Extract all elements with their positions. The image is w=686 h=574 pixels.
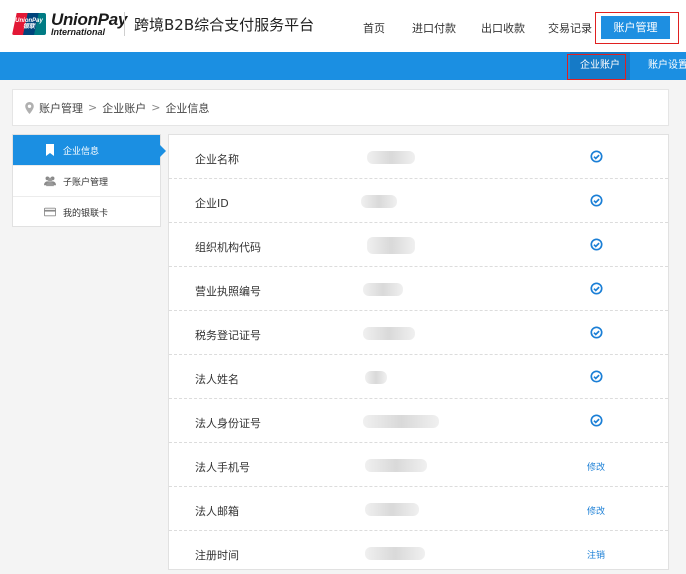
enterprise-info-panel: 企业名称 企业ID 组织机构代码 营业执照编号 税务登记证号 法人姓名 法人身份… — [168, 134, 669, 570]
nav-import-payment[interactable]: 进口付款 — [412, 20, 456, 36]
info-row-legal-name: 法人姓名 — [169, 355, 668, 399]
breadcrumb: 账户管理 > 企业账户 > 企业信息 — [12, 89, 669, 126]
redacted-value — [363, 283, 403, 296]
breadcrumb-item-account-management[interactable]: 账户管理 — [39, 100, 83, 116]
modify-email-link[interactable]: 修改 — [587, 504, 605, 517]
info-label: 组织机构代码 — [195, 241, 261, 254]
redacted-value — [365, 547, 425, 560]
redacted-value — [363, 327, 415, 340]
sidebar-item-my-cards[interactable]: 我的银联卡 — [13, 197, 160, 228]
users-icon — [44, 176, 56, 187]
info-label: 法人身份证号 — [195, 417, 261, 430]
info-row-org-code: 组织机构代码 — [169, 223, 668, 267]
info-row-legal-id: 法人身份证号 — [169, 399, 668, 443]
modify-phone-link[interactable]: 修改 — [587, 460, 605, 473]
bookmark-icon — [46, 144, 54, 156]
info-label: 税务登记证号 — [195, 329, 261, 342]
location-pin-icon — [25, 101, 34, 114]
info-label: 法人手机号 — [195, 461, 250, 474]
nav-account-management[interactable]: 账户管理 — [601, 16, 670, 39]
breadcrumb-item-enterprise-account[interactable]: 企业账户 — [102, 100, 146, 116]
info-label: 企业ID — [195, 197, 229, 210]
subnav-account-settings[interactable]: 账户设置 — [648, 52, 686, 80]
info-label: 企业名称 — [195, 153, 239, 166]
redacted-value — [365, 371, 387, 384]
redacted-value — [365, 503, 419, 516]
subnav-highlight-box — [567, 54, 626, 80]
info-label: 法人姓名 — [195, 373, 239, 386]
check-circle-icon — [590, 238, 603, 251]
check-circle-icon — [590, 370, 603, 383]
sidebar-item-label: 我的银联卡 — [63, 209, 109, 219]
info-label: 注册时间 — [195, 549, 239, 562]
check-circle-icon — [590, 326, 603, 339]
sub-nav-bar: 企业账户 账户设置 — [0, 52, 686, 80]
breadcrumb-separator: > — [88, 101, 98, 114]
info-row-legal-phone: 法人手机号 修改 — [169, 443, 668, 487]
info-row-business-license: 营业执照编号 — [169, 267, 668, 311]
check-circle-icon — [590, 414, 603, 427]
redacted-value — [367, 151, 415, 164]
redacted-value — [365, 459, 427, 472]
sidebar-item-label: 子账户管理 — [63, 177, 109, 188]
check-circle-icon — [590, 282, 603, 295]
top-nav: 首页 进口付款 出口收款 交易记录 账户管理 — [0, 0, 686, 52]
check-circle-icon — [590, 150, 603, 163]
breadcrumb-item-enterprise-info: 企业信息 — [165, 101, 210, 115]
breadcrumb-separator: > — [151, 101, 161, 114]
nav-home[interactable]: 首页 — [363, 20, 385, 36]
sidebar-item-label: 企业信息 — [63, 146, 100, 157]
sidebar-menu: 企业信息 子账户管理 我的银联卡 — [12, 134, 166, 228]
info-label: 营业执照编号 — [195, 285, 261, 298]
info-label: 法人邮箱 — [195, 505, 239, 518]
info-row-company-name: 企业名称 — [169, 135, 668, 179]
info-row-company-id: 企业ID — [169, 179, 668, 223]
info-row-registration-time: 注册时间 注销 — [169, 531, 668, 571]
check-circle-icon — [590, 194, 603, 207]
nav-export-collection[interactable]: 出口收款 — [481, 20, 525, 36]
redacted-value — [363, 415, 439, 428]
info-row-tax-registration: 税务登记证号 — [169, 311, 668, 355]
top-header: UnionPay 银联 UnionPay International 跨境B2B… — [0, 0, 686, 52]
nav-transaction-records[interactable]: 交易记录 — [548, 20, 592, 36]
cancel-account-link[interactable]: 注销 — [587, 548, 605, 561]
card-icon — [44, 207, 56, 217]
sidebar-item-sub-accounts[interactable]: 子账户管理 — [13, 166, 160, 197]
sidebar-item-enterprise-info[interactable]: 企业信息 — [13, 135, 166, 166]
redacted-value — [361, 195, 397, 208]
info-row-legal-email: 法人邮箱 修改 — [169, 487, 668, 531]
redacted-value — [367, 237, 415, 254]
